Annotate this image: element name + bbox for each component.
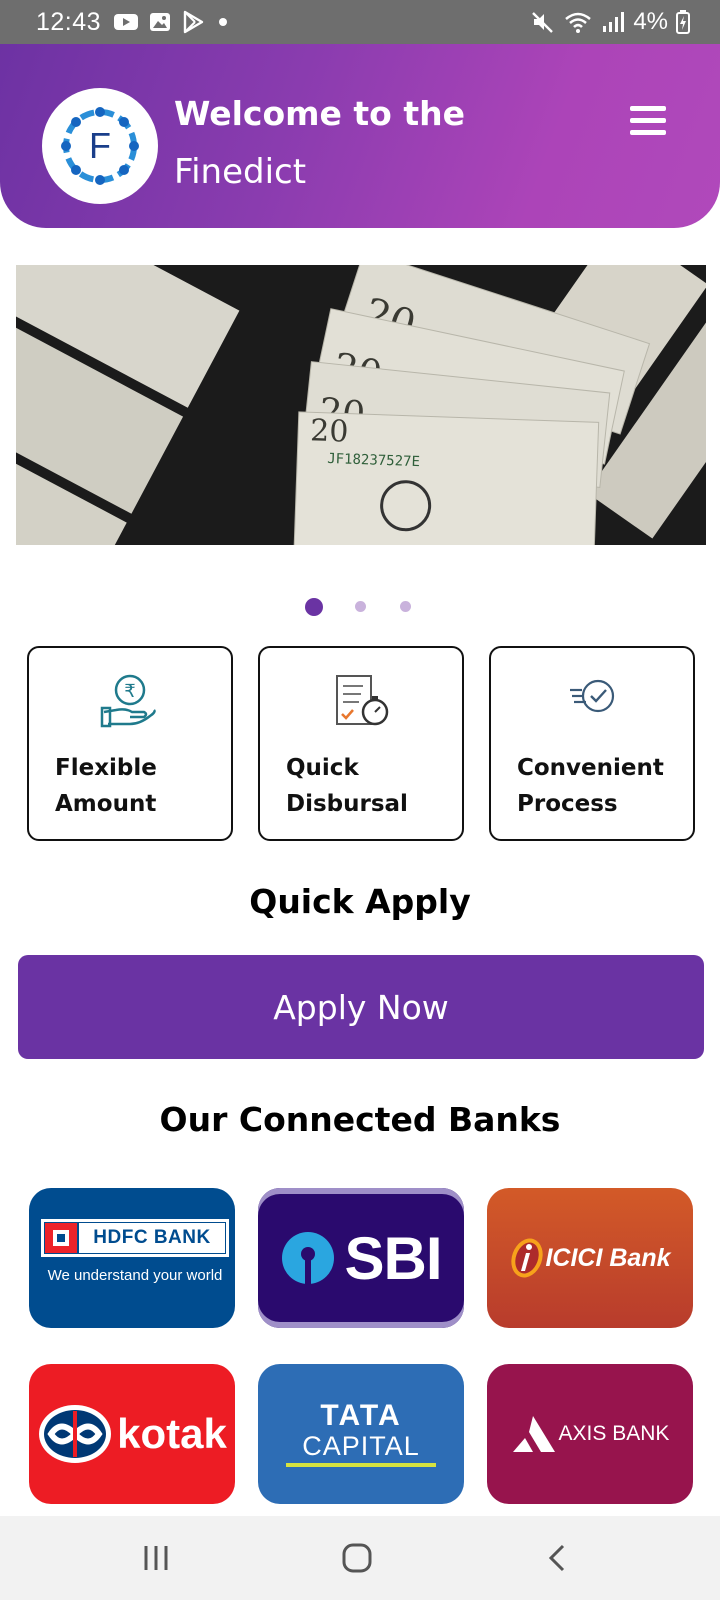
signal-icon — [601, 11, 625, 33]
axis-name: AXIS BANK — [558, 1422, 670, 1445]
hdfc-name: HDFC BANK — [79, 1223, 225, 1253]
feature-label: Convenient Process — [517, 755, 664, 817]
bank-tile-sbi[interactable]: SBI — [258, 1188, 464, 1328]
logo-letter: F — [89, 125, 111, 166]
recents-icon[interactable] — [132, 1534, 180, 1582]
bank-tile-hdfc[interactable]: HDFC BANK We understand your world — [29, 1188, 235, 1328]
wifi-icon — [563, 10, 593, 34]
kotak-infinity-logo-icon — [39, 1405, 112, 1463]
gallery-icon — [149, 11, 171, 33]
icici-name: ICICI Bank — [545, 1243, 671, 1272]
app-logo: F — [42, 88, 158, 204]
money-banner-image: 20 20 20 20 JF18237527E — [16, 265, 706, 545]
bank-tile-icici[interactable]: ICICI Bank — [487, 1188, 693, 1328]
bank-tile-axis[interactable]: AXIS BANK — [487, 1364, 693, 1504]
quick-apply-title: Quick Apply — [249, 882, 471, 921]
dot-icon — [215, 14, 231, 30]
axis-logo-icon — [512, 1416, 555, 1452]
home-icon[interactable] — [333, 1534, 381, 1582]
system-nav-bar — [0, 1516, 720, 1600]
battery-percent: 4% — [633, 8, 668, 35]
carousel-dot-active[interactable] — [305, 598, 323, 616]
bank-tile-tata-capital[interactable]: TATA CAPITAL — [258, 1364, 464, 1504]
tata-underline — [286, 1463, 436, 1467]
bank-tile-kotak[interactable]: kotak — [29, 1364, 235, 1504]
status-notification-icons — [113, 10, 231, 34]
check-process-icon — [491, 672, 693, 732]
welcome-text: Welcome to the — [174, 94, 465, 133]
hdfc-logo: HDFC BANK We understand your world — [35, 1213, 229, 1303]
hamburger-menu-icon[interactable] — [630, 100, 670, 140]
carousel-indicator — [0, 596, 720, 620]
rupee-hand-icon: ₹ — [29, 672, 231, 732]
chain-logo-icon: F — [61, 107, 139, 185]
feature-card-quick-disbursal[interactable]: Quick Disbursal — [258, 646, 464, 841]
capital-name: CAPITAL — [302, 1431, 420, 1461]
tata-name: TATA — [320, 1399, 402, 1432]
app-header: F Welcome to the Finedict — [0, 44, 720, 228]
feature-card-convenient-process[interactable]: Convenient Process — [489, 646, 695, 841]
feature-label: Quick Disbursal — [286, 755, 408, 817]
feature-label: Flexible Amount — [55, 755, 157, 817]
carousel-dot[interactable] — [355, 601, 366, 612]
carousel-dot[interactable] — [400, 601, 411, 612]
battery-charging-icon — [676, 10, 690, 34]
feature-card-flexible-amount[interactable]: ₹ Flexible Amount — [27, 646, 233, 841]
svg-text:₹: ₹ — [124, 681, 135, 702]
back-icon[interactable] — [534, 1534, 582, 1582]
youtube-icon — [113, 12, 139, 32]
play-store-icon — [181, 10, 205, 34]
connected-banks-title: Our Connected Banks — [159, 1100, 561, 1139]
svg-text:JF18237527E: JF18237527E — [327, 451, 420, 470]
status-system-icons: 4% — [531, 8, 690, 36]
hdfc-tagline: We understand your world — [47, 1267, 223, 1284]
sbi-keyhole-icon — [282, 1232, 335, 1286]
svg-text:20: 20 — [310, 413, 349, 449]
mute-icon — [531, 10, 555, 34]
icici-i-logo-icon — [511, 1238, 544, 1278]
kotak-name: kotak — [117, 1410, 227, 1457]
app-name: Finedict — [174, 152, 307, 192]
sbi-name: SBI — [344, 1224, 442, 1292]
carousel-banner[interactable]: 20 20 20 20 JF18237527E — [16, 265, 706, 545]
apply-now-button[interactable]: Apply Now — [18, 955, 704, 1059]
status-time: 12:43 — [36, 7, 102, 36]
status-bar: 12:43 4% — [0, 0, 720, 44]
document-stopwatch-icon — [260, 672, 462, 732]
